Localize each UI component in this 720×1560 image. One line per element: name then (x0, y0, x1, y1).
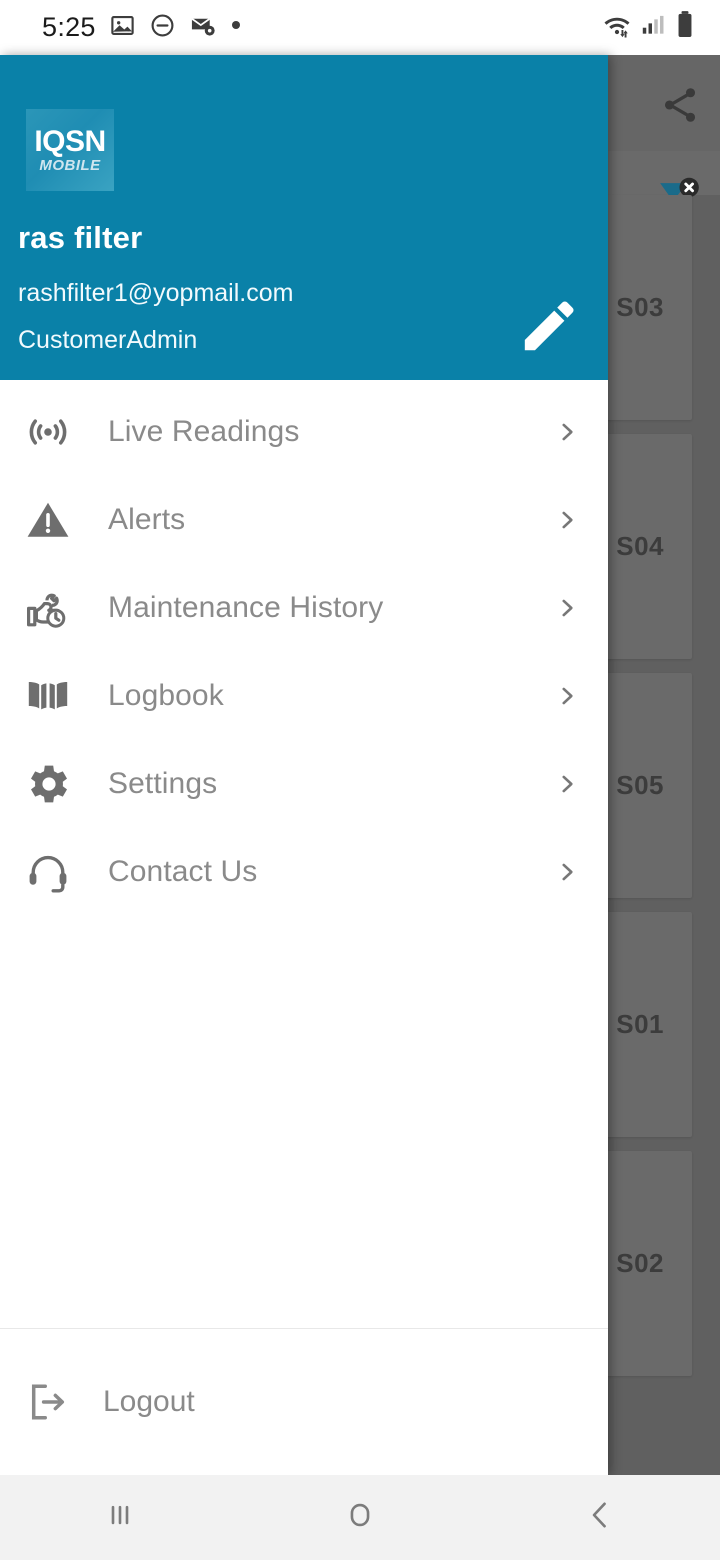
menu-item-label: Alerts (108, 503, 186, 536)
menu-item-label: Logbook (108, 679, 224, 712)
maintenance-icon (22, 584, 74, 632)
logout-label: Logout (103, 1385, 195, 1418)
menu-item-alerts[interactable]: Alerts (0, 476, 608, 564)
dot-icon (229, 18, 243, 37)
chevron-right-icon (554, 855, 580, 889)
back-chevron-icon (579, 1494, 621, 1541)
status-bar: 5:25 (0, 0, 720, 55)
chevron-right-icon (554, 503, 580, 537)
user-name: ras filter (18, 220, 143, 255)
status-bar-left: 5:25 (42, 12, 602, 44)
wifi-icon (602, 10, 632, 45)
menu-item-label: Maintenance History (108, 591, 384, 624)
menu-item-contact-us[interactable]: Contact Us (0, 828, 608, 916)
cellular-signal-icon (639, 12, 665, 43)
logout-button[interactable]: Logout (0, 1329, 608, 1475)
recents-icon (99, 1494, 141, 1541)
navigation-drawer: IQSN MOBILE ras filter rashfilter1@yopma… (0, 55, 608, 1475)
chevron-right-icon (554, 679, 580, 713)
user-email: rashfilter1@yopmail.com (18, 279, 294, 307)
menu-item-label: Live Readings (108, 415, 300, 448)
background-card-label: S04 (616, 531, 664, 561)
do-not-disturb-icon (149, 12, 176, 44)
background-card-label: S05 (616, 770, 664, 800)
logo-subtext: MOBILE (39, 157, 101, 174)
mail-settings-icon (189, 12, 216, 44)
menu-item-settings[interactable]: Settings (0, 740, 608, 828)
drawer-footer: Logout (0, 1328, 608, 1475)
background-card-label: S02 (616, 1248, 664, 1278)
drawer-menu: Live Readings Alerts Maintenance History… (0, 380, 608, 1328)
gear-icon (22, 760, 74, 808)
edit-profile-button[interactable] (512, 291, 586, 365)
chevron-right-icon (554, 767, 580, 801)
user-role: CustomerAdmin (18, 326, 198, 354)
home-button[interactable] (240, 1494, 480, 1541)
chevron-right-icon (554, 415, 580, 449)
menu-item-live-readings[interactable]: Live Readings (0, 388, 608, 476)
headset-icon (22, 848, 74, 896)
menu-item-maintenance-history[interactable]: Maintenance History (0, 564, 608, 652)
logo-text: IQSN (34, 125, 106, 158)
status-clock: 5:25 (42, 12, 96, 42)
system-navigation-bar (0, 1475, 720, 1560)
background-card-label: S03 (616, 292, 664, 322)
drawer-header: IQSN MOBILE ras filter rashfilter1@yopma… (0, 55, 608, 380)
menu-item-logbook[interactable]: Logbook (0, 652, 608, 740)
logout-icon (22, 1380, 74, 1424)
menu-item-label: Settings (108, 767, 218, 800)
book-icon (22, 672, 74, 720)
image-icon (109, 12, 136, 44)
app-screen: S03 S04 S05 S01 S02 5:25 IQSN MOBILE ras… (0, 0, 720, 1560)
background-card-label: S01 (616, 1009, 664, 1039)
back-button[interactable] (480, 1494, 720, 1541)
app-logo: IQSN MOBILE (26, 109, 114, 191)
menu-item-label: Contact Us (108, 855, 258, 888)
pencil-icon (516, 293, 582, 364)
status-bar-right (602, 10, 698, 45)
battery-icon (672, 10, 698, 45)
share-icon[interactable] (654, 79, 706, 131)
live-readings-icon (22, 408, 74, 456)
chevron-right-icon (554, 591, 580, 625)
recents-button[interactable] (0, 1494, 240, 1541)
home-circle-icon (339, 1494, 381, 1541)
alert-triangle-icon (22, 496, 74, 544)
